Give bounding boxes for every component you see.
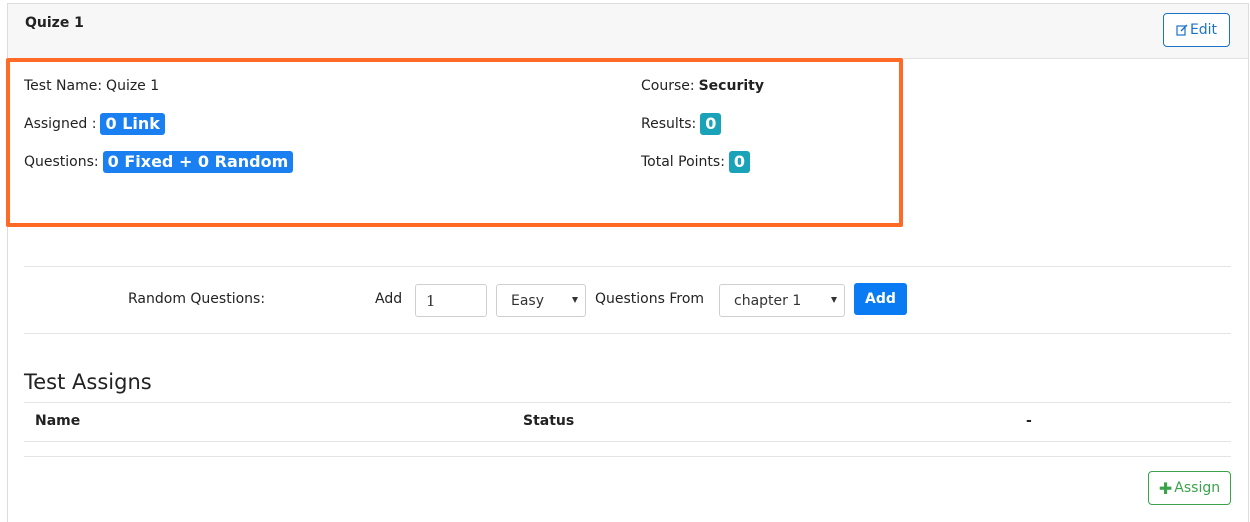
questions-badge: 0 Fixed + 0 Random <box>102 151 294 173</box>
questions-row: Questions: 0 Fixed + 0 Random <box>24 151 294 173</box>
table-header-border <box>24 441 1231 442</box>
results-label: Results: <box>641 116 697 132</box>
page-title: Quize 1 <box>25 15 84 31</box>
difficulty-select[interactable]: Easy <box>496 284 586 317</box>
test-assigns-title: Test Assigns <box>24 370 152 394</box>
plus-icon: ✚ <box>1158 478 1173 498</box>
assigned-row: Assigned : 0 Link <box>24 113 165 135</box>
edit-icon <box>1176 24 1188 36</box>
assigned-badge: 0 Link <box>100 113 165 135</box>
test-name-label: Test Name: <box>24 78 103 94</box>
results-badge: 0 <box>700 113 722 135</box>
question-count-input[interactable] <box>415 284 487 317</box>
questions-from-label: Questions From <box>595 291 705 307</box>
chapter-selected: chapter 1 <box>734 292 802 309</box>
table-top-border <box>24 402 1231 403</box>
divider-middle <box>24 333 1231 334</box>
difficulty-selected: Easy <box>511 292 545 309</box>
edit-button[interactable]: Edit <box>1163 13 1230 47</box>
chevron-down-icon <box>572 297 578 303</box>
course-value: Security <box>698 78 764 94</box>
total-points-label: Total Points: <box>641 154 725 170</box>
chapter-select[interactable]: chapter 1 <box>719 284 845 317</box>
test-name-row: Test Name: Quize 1 <box>24 78 159 94</box>
assign-button-label: Assign <box>1174 480 1221 496</box>
random-questions-label: Random Questions: <box>128 291 266 307</box>
chevron-down-icon <box>831 297 837 303</box>
add-random-questions-button[interactable]: Add <box>854 283 907 315</box>
card-header: Quize 1 Edit <box>8 4 1248 59</box>
divider-top <box>24 266 1231 267</box>
add-label: Add <box>375 291 403 307</box>
table-bottom-border <box>24 456 1231 457</box>
course-row: Course: Security <box>641 78 764 94</box>
test-name-value: Quize 1 <box>106 78 160 94</box>
course-label: Course: <box>641 78 695 94</box>
total-points-badge: 0 <box>728 151 751 173</box>
questions-label: Questions: <box>24 154 99 170</box>
column-header-actions: - <box>1026 413 1032 429</box>
assigned-label: Assigned : <box>24 116 97 132</box>
results-row: Results: 0 <box>641 113 722 135</box>
assign-button[interactable]: ✚ Assign <box>1148 471 1231 505</box>
column-header-status: Status <box>523 413 575 429</box>
edit-button-label: Edit <box>1189 22 1218 38</box>
column-header-name: Name <box>35 413 81 429</box>
total-points-row: Total Points: 0 <box>641 151 751 173</box>
